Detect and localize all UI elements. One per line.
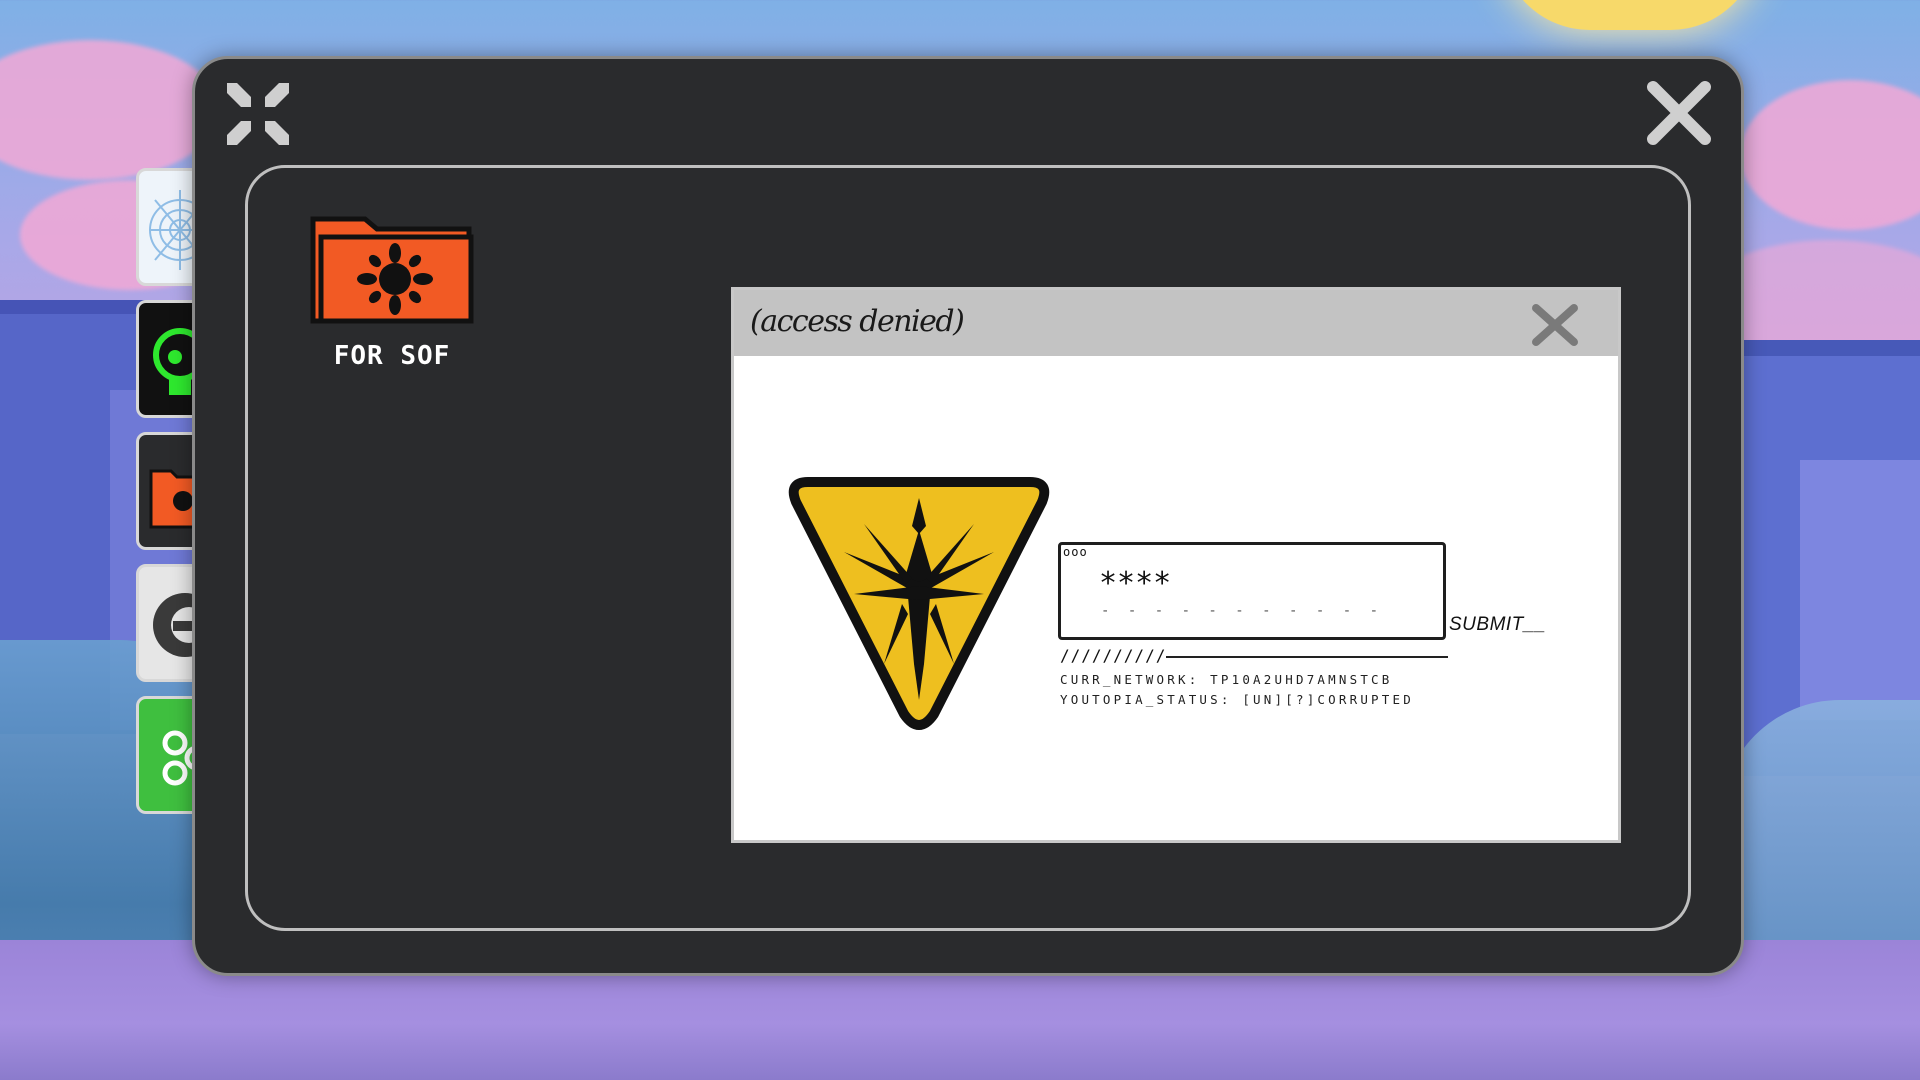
dialog-title: (access denied)	[750, 304, 965, 339]
building	[1800, 460, 1920, 720]
status-divider	[1166, 656, 1448, 658]
submit-button[interactable]: SUBMIT__	[1449, 614, 1546, 636]
network-status-text: CURR_NETWORK: TP10A2UHD7AMNSTCB	[1060, 672, 1393, 687]
yellow-warning-triangle-icon	[788, 477, 1050, 730]
status-slashes: //////////	[1060, 646, 1167, 665]
box-dots: ooo	[1063, 545, 1088, 559]
input-underline: - - - - - - - - - - - - - - - - -	[1101, 603, 1391, 619]
window-close-button[interactable]	[1643, 77, 1715, 149]
close-x-icon	[1532, 304, 1578, 346]
password-box: ooo - - - - - - - - - - - - - - - - -	[1058, 542, 1446, 640]
moon-shape	[1500, 0, 1760, 30]
password-input[interactable]	[1099, 565, 1399, 601]
folder-label: FOR SOF	[333, 341, 451, 371]
main-window: FOR SOF (access denied) ooo **** - - - -…	[192, 56, 1744, 976]
minimize-button[interactable]	[223, 79, 293, 149]
dialog-close-button[interactable]	[1528, 302, 1582, 348]
access-denied-dialog: (access denied) ooo **** - - - - - - - -…	[731, 287, 1621, 843]
orange-folder-sigil-icon	[310, 216, 474, 324]
youtopia-status-text: YOUTOPIA_STATUS: [UN][?]CORRUPTED	[1060, 692, 1414, 707]
dialog-titlebar: (access denied)	[734, 290, 1618, 356]
compress-arrows-icon	[227, 83, 289, 145]
cloud	[0, 40, 220, 180]
folder-for-sof[interactable]: FOR SOF	[307, 207, 477, 371]
cloud	[1740, 80, 1920, 230]
close-x-icon	[1647, 81, 1711, 145]
